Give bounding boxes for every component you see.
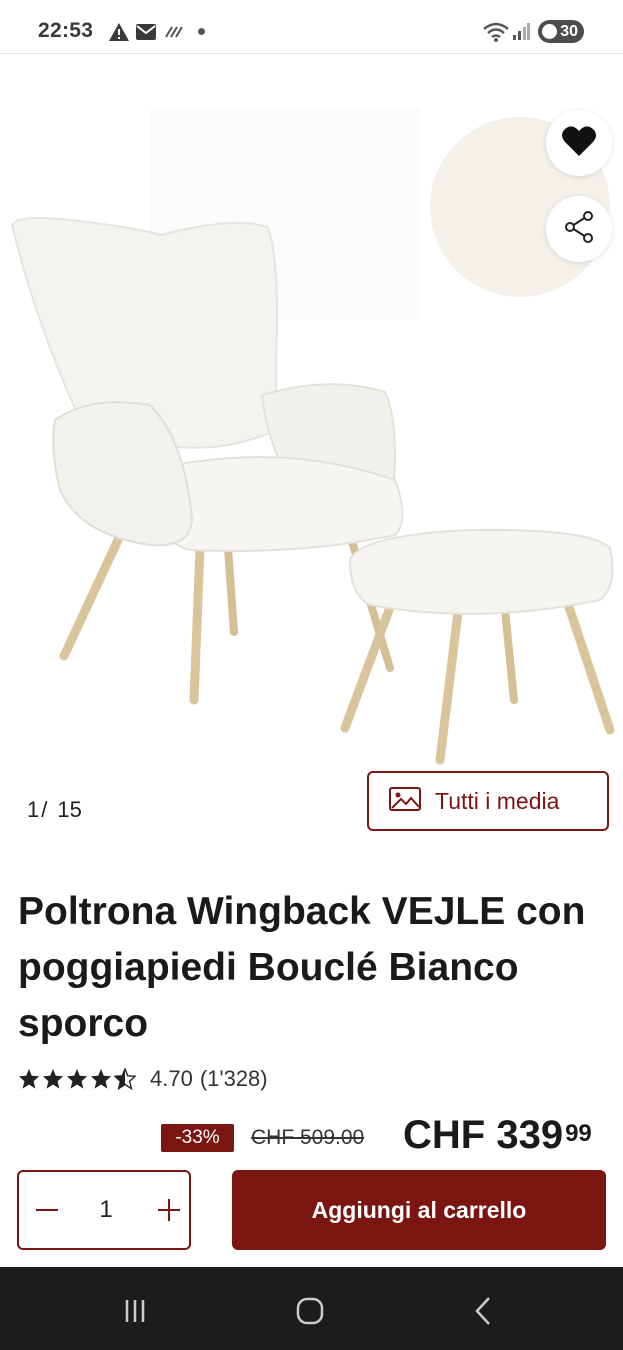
- image-counter-total: 15: [57, 797, 82, 822]
- heart-icon: [561, 125, 597, 162]
- battery-level: 30: [560, 23, 578, 40]
- share-button[interactable]: [546, 196, 612, 262]
- star-half-icon: [114, 1068, 136, 1090]
- star-full-icon: [18, 1068, 40, 1089]
- notification-dot: [198, 28, 205, 35]
- warning-icon: [108, 22, 130, 47]
- image-counter-current: 1: [27, 797, 40, 822]
- discount-badge: -33%: [161, 1124, 234, 1152]
- increase-quantity-button[interactable]: [149, 1190, 189, 1230]
- status-bar: 22:53 30: [0, 0, 623, 54]
- star-full-icon: [90, 1068, 112, 1089]
- plus-icon: [158, 1199, 180, 1221]
- home-icon: [296, 1297, 324, 1325]
- quantity-stepper: 1: [17, 1170, 191, 1250]
- decrease-quantity-button[interactable]: [27, 1190, 67, 1230]
- status-time: 22:53: [38, 19, 94, 42]
- image-counter: 1/ 15: [27, 797, 82, 823]
- home-button[interactable]: [290, 1291, 330, 1331]
- product-image[interactable]: [0, 55, 623, 775]
- recent-apps-button[interactable]: [115, 1291, 155, 1331]
- review-count: (1'328): [199, 1066, 268, 1091]
- image-gallery-icon: [389, 786, 421, 816]
- image-counter-separator: /: [41, 797, 48, 822]
- cell-signal-icon: [512, 22, 530, 45]
- battery-saver-icon: [542, 24, 557, 39]
- product-rating[interactable]: 4.70 (1'328): [18, 1066, 268, 1092]
- favorite-button[interactable]: [546, 110, 612, 176]
- add-to-cart-button[interactable]: Aggiungi al carrello: [232, 1170, 606, 1250]
- price-cents: 99: [565, 1120, 592, 1147]
- star-full-icon: [42, 1068, 64, 1089]
- back-icon: [475, 1297, 490, 1325]
- product-title: Poltrona Wingback VEJLE con poggiapiedi …: [18, 890, 586, 1045]
- recent-apps-icon: [125, 1300, 145, 1322]
- all-media-button[interactable]: Tutti i media: [367, 771, 609, 831]
- mail-icon: [136, 24, 156, 45]
- battery-indicator: 30: [538, 20, 584, 43]
- minus-icon: [36, 1209, 58, 1211]
- signal-off-icon: [164, 25, 184, 44]
- system-navigation-bar: [0, 1267, 623, 1350]
- price-main: CHF 339: [403, 1113, 564, 1157]
- wifi-icon: [482, 21, 510, 48]
- share-icon: [563, 210, 595, 249]
- old-price: CHF 509.00: [251, 1126, 365, 1149]
- quantity-value[interactable]: 1: [79, 1196, 133, 1224]
- all-media-label: Tutti i media: [435, 787, 560, 814]
- back-button[interactable]: [464, 1291, 504, 1331]
- star-full-icon: [66, 1068, 88, 1089]
- rating-stars: [18, 1068, 136, 1090]
- current-price: CHF 33999: [403, 1112, 592, 1158]
- rating-value: 4.70: [150, 1066, 193, 1091]
